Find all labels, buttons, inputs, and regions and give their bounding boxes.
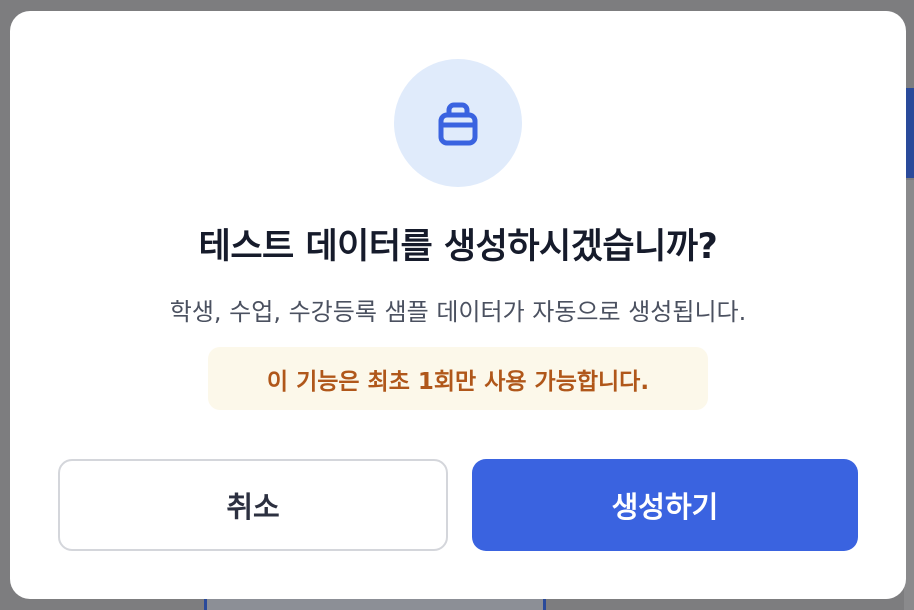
dialog-description: 학생, 수업, 수강등록 샘플 데이터가 자동으로 생성됩니다. [169, 298, 747, 326]
dialog-icon-circle [394, 59, 522, 187]
confirm-dialog: 테스트 데이터를 생성하시겠습니까? 학생, 수업, 수강등록 샘플 데이터가 … [10, 11, 906, 599]
notice-banner: 이 기능은 최초 1회만 사용 가능합니다. [208, 347, 708, 410]
notice-text: 이 기능은 최초 1회만 사용 가능합니다. [266, 368, 650, 395]
create-button[interactable]: 생성하기 [472, 459, 858, 551]
cancel-button-label: 취소 [226, 490, 280, 524]
database-icon [438, 102, 478, 146]
create-button-label: 생성하기 [611, 490, 719, 524]
cancel-button[interactable]: 취소 [58, 459, 448, 551]
dialog-title: 테스트 데이터를 생성하시겠습니까? [198, 227, 718, 267]
